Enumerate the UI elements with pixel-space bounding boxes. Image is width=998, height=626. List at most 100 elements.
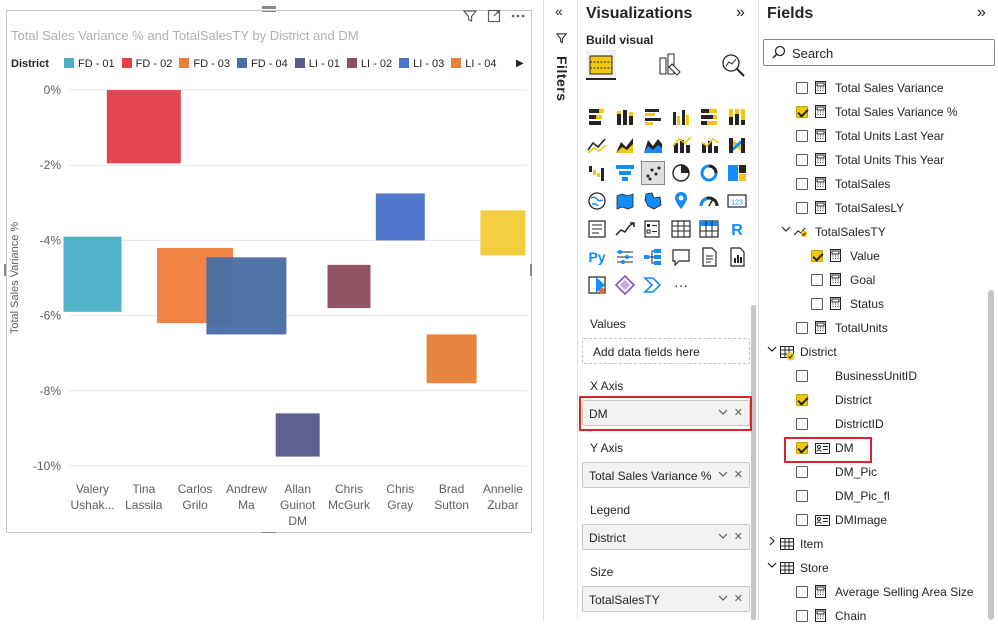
field-checkbox[interactable] — [796, 370, 808, 382]
shape-map-icon[interactable] — [642, 190, 664, 212]
collapse-visualizations-chevron-icon[interactable]: » — [736, 4, 745, 22]
bar[interactable] — [426, 334, 477, 384]
pie-chart-icon[interactable] — [670, 162, 692, 184]
field-table-district[interactable]: District — [759, 342, 987, 362]
field-item[interactable]: DistrictID — [759, 414, 987, 434]
chevron-down-icon[interactable] — [718, 531, 728, 543]
expand-filters-chevron-icon[interactable]: « — [555, 3, 563, 19]
qa-visual-icon[interactable] — [670, 246, 692, 268]
chevron-right-icon[interactable] — [767, 536, 777, 549]
scatter-chart-icon[interactable] — [641, 161, 665, 185]
field-checkbox[interactable] — [796, 514, 808, 526]
field-table-store[interactable]: Store — [759, 558, 987, 578]
field-checkbox[interactable] — [796, 202, 808, 214]
field-checkbox[interactable] — [796, 322, 808, 334]
field-checkbox[interactable] — [796, 490, 808, 502]
table-icon[interactable] — [670, 218, 692, 240]
chevron-down-icon[interactable] — [718, 469, 728, 481]
field-item[interactable]: TotalUnits — [759, 318, 987, 338]
key-influencers-icon[interactable] — [614, 246, 636, 268]
well-field-values[interactable]: Add data fields here — [582, 338, 750, 364]
field-item[interactable]: TotalSalesLY — [759, 198, 987, 218]
field-checkbox[interactable] — [796, 106, 808, 118]
slicer-icon[interactable] — [642, 218, 664, 240]
filters-pane[interactable]: « Filters — [543, 0, 577, 620]
matrix-icon[interactable] — [698, 218, 720, 240]
bar[interactable] — [63, 236, 122, 312]
donut-chart-icon[interactable] — [698, 162, 720, 184]
chevron-down-icon[interactable] — [767, 560, 777, 573]
field-checkbox[interactable] — [796, 466, 808, 478]
funnel-icon[interactable] — [614, 162, 636, 184]
bar[interactable] — [206, 257, 287, 335]
field-table-item[interactable]: Item — [759, 534, 987, 554]
field-checkbox[interactable] — [796, 418, 808, 430]
field-item[interactable]: Value — [759, 246, 987, 266]
field-item[interactable]: BusinessUnitID — [759, 366, 987, 386]
treemap-icon[interactable] — [726, 162, 748, 184]
remove-field-icon[interactable]: ✕ — [734, 593, 743, 605]
field-checkbox[interactable] — [796, 394, 808, 406]
collapse-fields-chevron-icon[interactable]: » — [977, 4, 986, 22]
more-visuals-icon[interactable]: ··· — [670, 274, 692, 296]
format-visual-tab[interactable] — [654, 50, 684, 80]
well-field-y-axis[interactable]: Total Sales Variance % ✕ — [582, 462, 750, 488]
field-checkbox[interactable] — [796, 154, 808, 166]
field-item[interactable]: Goal — [759, 270, 987, 290]
line-clustered-column-icon[interactable] — [670, 134, 692, 156]
bar[interactable] — [106, 90, 181, 164]
decomposition-tree-icon[interactable] — [642, 246, 664, 268]
field-checkbox[interactable] — [796, 586, 808, 598]
visualizations-scrollbar[interactable] — [751, 305, 756, 620]
stacked-area-icon[interactable] — [642, 134, 664, 156]
multi-row-card-icon[interactable] — [586, 218, 608, 240]
paginated-report-icon[interactable] — [726, 246, 748, 268]
field-checkbox[interactable] — [811, 274, 823, 286]
power-automate-flow-icon[interactable] — [642, 274, 664, 296]
chevron-down-icon[interactable] — [767, 344, 777, 357]
field-item[interactable]: DMImage — [759, 510, 987, 530]
well-field-size[interactable]: TotalSalesTY ✕ — [582, 586, 750, 612]
well-field-legend[interactable]: District ✕ — [582, 524, 750, 550]
chevron-down-icon[interactable] — [718, 593, 728, 605]
filters-label[interactable]: Filters — [554, 56, 570, 102]
field-item[interactable]: Total Sales Variance — [759, 78, 987, 98]
field-checkbox[interactable] — [811, 250, 823, 262]
field-item[interactable]: DM_Pic — [759, 462, 987, 482]
smart-narrative-icon[interactable] — [698, 246, 720, 268]
area-chart-icon[interactable] — [614, 134, 636, 156]
waterfall-icon[interactable] — [586, 162, 608, 184]
bar[interactable] — [480, 210, 526, 256]
line-stacked-column-icon[interactable] — [698, 134, 720, 156]
fields-search-input[interactable]: Search — [763, 39, 995, 66]
100-stacked-bar-icon[interactable] — [698, 106, 720, 128]
remove-field-icon[interactable]: ✕ — [734, 469, 743, 481]
field-item[interactable]: TotalSales — [759, 174, 987, 194]
card-icon[interactable]: 123 — [726, 190, 748, 212]
field-item[interactable]: District — [759, 390, 987, 410]
field-checkbox[interactable] — [796, 178, 808, 190]
100-stacked-column-icon[interactable] — [726, 106, 748, 128]
r-script-visual-icon[interactable]: R — [726, 218, 748, 240]
gauge-icon[interactable] — [698, 190, 720, 212]
field-checkbox[interactable] — [796, 130, 808, 142]
power-automate-icon[interactable] — [614, 274, 636, 296]
clustered-column-icon[interactable] — [670, 106, 692, 128]
resize-handle-top[interactable] — [262, 6, 276, 9]
chevron-down-icon[interactable] — [781, 224, 791, 237]
field-checkbox[interactable] — [796, 82, 808, 94]
azure-map-icon[interactable] — [670, 190, 692, 212]
field-item[interactable]: Average Selling Area Size — [759, 582, 987, 602]
line-chart-icon[interactable] — [586, 134, 608, 156]
stacked-bar-icon[interactable] — [586, 106, 608, 128]
map-icon[interactable] — [586, 190, 608, 212]
field-item[interactable]: Total Units Last Year — [759, 126, 987, 146]
stacked-column-icon[interactable] — [614, 106, 636, 128]
field-item[interactable]: Chain — [759, 606, 987, 626]
field-item[interactable]: TotalSalesTY — [759, 222, 987, 242]
bar[interactable] — [275, 413, 320, 457]
clustered-bar-icon[interactable] — [642, 106, 664, 128]
bar[interactable] — [375, 193, 425, 241]
remove-field-icon[interactable]: ✕ — [734, 531, 743, 543]
kpi-icon[interactable] — [614, 218, 636, 240]
